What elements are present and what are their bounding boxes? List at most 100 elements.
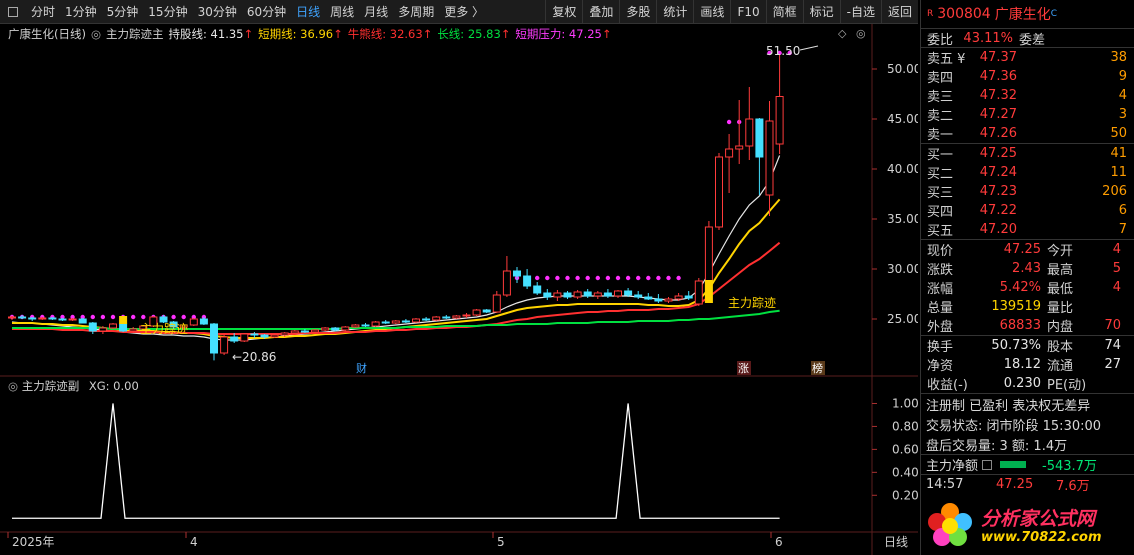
- tool-button-4[interactable]: 画线: [693, 0, 730, 23]
- candle-body: [563, 292, 572, 298]
- tool-button-6[interactable]: 简框: [765, 0, 803, 23]
- legend-item-arrow: ↑: [500, 27, 511, 41]
- bid-row-0[interactable]: 买一 47.25 41: [921, 144, 1134, 163]
- candle-body: [321, 327, 330, 331]
- stat2-row-label: 收益(-): [927, 378, 968, 393]
- stats-list: 现价 47.25 今开 4 涨跌 2.43 最高 5 涨幅 5.42% 最低 4 总量 139519 量比外…: [921, 239, 1134, 335]
- ask-row-2[interactable]: 卖三 47.32 4: [921, 86, 1134, 105]
- period-tab-10[interactable]: 更多 〉: [439, 3, 489, 20]
- period-tab-7[interactable]: 周线: [325, 3, 359, 20]
- stat2-row-value2: 74: [1104, 338, 1121, 353]
- weibi-value: 43.11%: [963, 30, 1013, 46]
- bid-row-1-label: 买二: [927, 167, 954, 182]
- bid-row-3[interactable]: 买四 47.22 6: [921, 201, 1134, 220]
- quote-panel: R 300804 广康生化 C 委比 43.11% 委差 卖五 ¥ 47.37 38…: [920, 0, 1134, 555]
- ask-row-4[interactable]: 卖一 47.26 50: [921, 124, 1134, 143]
- pressure-dot: [90, 314, 96, 320]
- sub-y-tick-label: 1.00: [892, 396, 918, 410]
- pressure-dot: [181, 314, 186, 320]
- bid-row-1[interactable]: 买二 47.24 11: [921, 163, 1134, 182]
- indicator-toggle-icon[interactable]: ◎: [91, 27, 101, 41]
- tool-buttons: 复权 叠加 多股 统计 画线 F10 简框 标记 -自选 返回: [545, 0, 918, 23]
- candle-body: [8, 316, 16, 319]
- stat-row-label2: 最低: [1047, 282, 1074, 297]
- note-line-1: 交易状态: 闭市阶段 15:30:00: [926, 418, 1102, 434]
- pressure-dot: [585, 275, 590, 281]
- candle-body: [412, 318, 420, 323]
- indicator-name[interactable]: 主力踪迹主: [106, 27, 164, 41]
- candle-body: [88, 322, 97, 332]
- net-flow-row: 主力净额 -543.7万: [921, 454, 1134, 474]
- ask-row-1[interactable]: 卖四 47.36 9: [921, 67, 1134, 86]
- x-tick-label: 6: [775, 535, 783, 549]
- bid-row-4[interactable]: 买五 47.20 7: [921, 220, 1134, 239]
- limit-up-marker[interactable]: 涨: [738, 362, 749, 375]
- candle-body: [573, 291, 582, 298]
- pressure-dot: [535, 275, 540, 281]
- candle-body: [472, 309, 481, 316]
- candle-body: [583, 291, 592, 297]
- ask-row-0[interactable]: 卖五 ¥ 47.37 38: [921, 48, 1134, 67]
- legend-item-arrow: ↑: [333, 27, 343, 41]
- period-tab-3[interactable]: 15分钟: [143, 3, 192, 20]
- candle-body: [98, 327, 107, 332]
- tool-button-0[interactable]: 复权: [545, 0, 582, 23]
- stat-row-label2: 内盘: [1047, 320, 1074, 335]
- tool-button-8[interactable]: -自选: [839, 0, 881, 23]
- tool-button-1[interactable]: 叠加: [582, 0, 619, 23]
- ask-row-3[interactable]: 卖二 47.27 3: [921, 105, 1134, 124]
- tick-vol: 7.6万: [1056, 479, 1090, 494]
- pressure-dot: [565, 275, 570, 281]
- candle-body: [674, 295, 683, 300]
- candle-body: [220, 336, 229, 354]
- sub-indicator-name[interactable]: 主力踪迹副: [22, 379, 80, 393]
- net-flow-icon[interactable]: [982, 459, 993, 470]
- stat-row-value: 2.43: [1012, 261, 1041, 276]
- expand-icon[interactable]: [8, 6, 18, 17]
- candle-body: [543, 292, 552, 298]
- finance-event-marker[interactable]: 财: [356, 361, 367, 375]
- period-tab-2[interactable]: 5分钟: [102, 3, 144, 20]
- pressure-dot: [110, 314, 116, 320]
- tool-button-3[interactable]: 统计: [656, 0, 693, 23]
- sub-indicator-toggle-icon[interactable]: ◎: [8, 379, 22, 393]
- series-line-1: [12, 198, 781, 339]
- kline-svg[interactable]: 50.00 45.00 40.00 35.00 30.00 25.00 51.50 ←20.8…: [0, 24, 918, 555]
- candle-body: [38, 317, 47, 320]
- stat2-row-label2: PE(动): [1047, 378, 1087, 393]
- candle-body: [311, 329, 319, 333]
- period-tab-5[interactable]: 60分钟: [242, 3, 291, 20]
- pressure-dot: [605, 275, 611, 281]
- period-tab-0[interactable]: 分时: [26, 3, 60, 20]
- period-tab-4[interactable]: 30分钟: [193, 3, 242, 20]
- candle-body: [523, 275, 532, 287]
- candle-body: [593, 292, 602, 297]
- pressure-dot: [615, 275, 621, 281]
- candle-body: [482, 309, 491, 313]
- diamond-icon[interactable]: ◇: [838, 27, 847, 40]
- y-tick-label: 25.00: [887, 312, 918, 326]
- period-tabs: 分时 1分钟 5分钟 15分钟 30分钟 60分钟 日线 周线 月线 多周期 更多 〉: [26, 3, 489, 20]
- period-tab-9[interactable]: 多周期: [393, 3, 439, 20]
- tool-button-5[interactable]: F10: [730, 0, 765, 23]
- period-tab-6[interactable]: 日线: [291, 3, 325, 20]
- stat2-row-1: 净资 18.12 流通 27: [921, 355, 1134, 374]
- period-tab-8[interactable]: 月线: [359, 3, 393, 20]
- candle-body: [401, 320, 410, 323]
- stat-row-label2: 今开: [1047, 244, 1074, 259]
- tool-button-2[interactable]: 多股: [619, 0, 656, 23]
- period-tab-1[interactable]: 1分钟: [60, 3, 102, 20]
- candle-body: [715, 156, 723, 228]
- y-tick-label: 40.00: [887, 162, 918, 176]
- low-label: ←20.86: [232, 350, 276, 364]
- pressure-dot: [171, 314, 176, 320]
- settings-circle-icon[interactable]: ◎: [856, 27, 866, 40]
- kline-chart-area[interactable]: 50.00 45.00 40.00 35.00 30.00 25.00 51.50 ←20.8…: [0, 24, 918, 555]
- sub-y-tick-label: 0.60: [892, 442, 918, 456]
- candle-body: [290, 330, 299, 334]
- candle-body: [624, 290, 633, 296]
- bid-row-2[interactable]: 买三 47.23 206: [921, 182, 1134, 201]
- tool-button-7[interactable]: 标记: [802, 0, 840, 23]
- tool-button-9[interactable]: 返回: [880, 0, 918, 23]
- list-marker[interactable]: 榜: [812, 361, 823, 375]
